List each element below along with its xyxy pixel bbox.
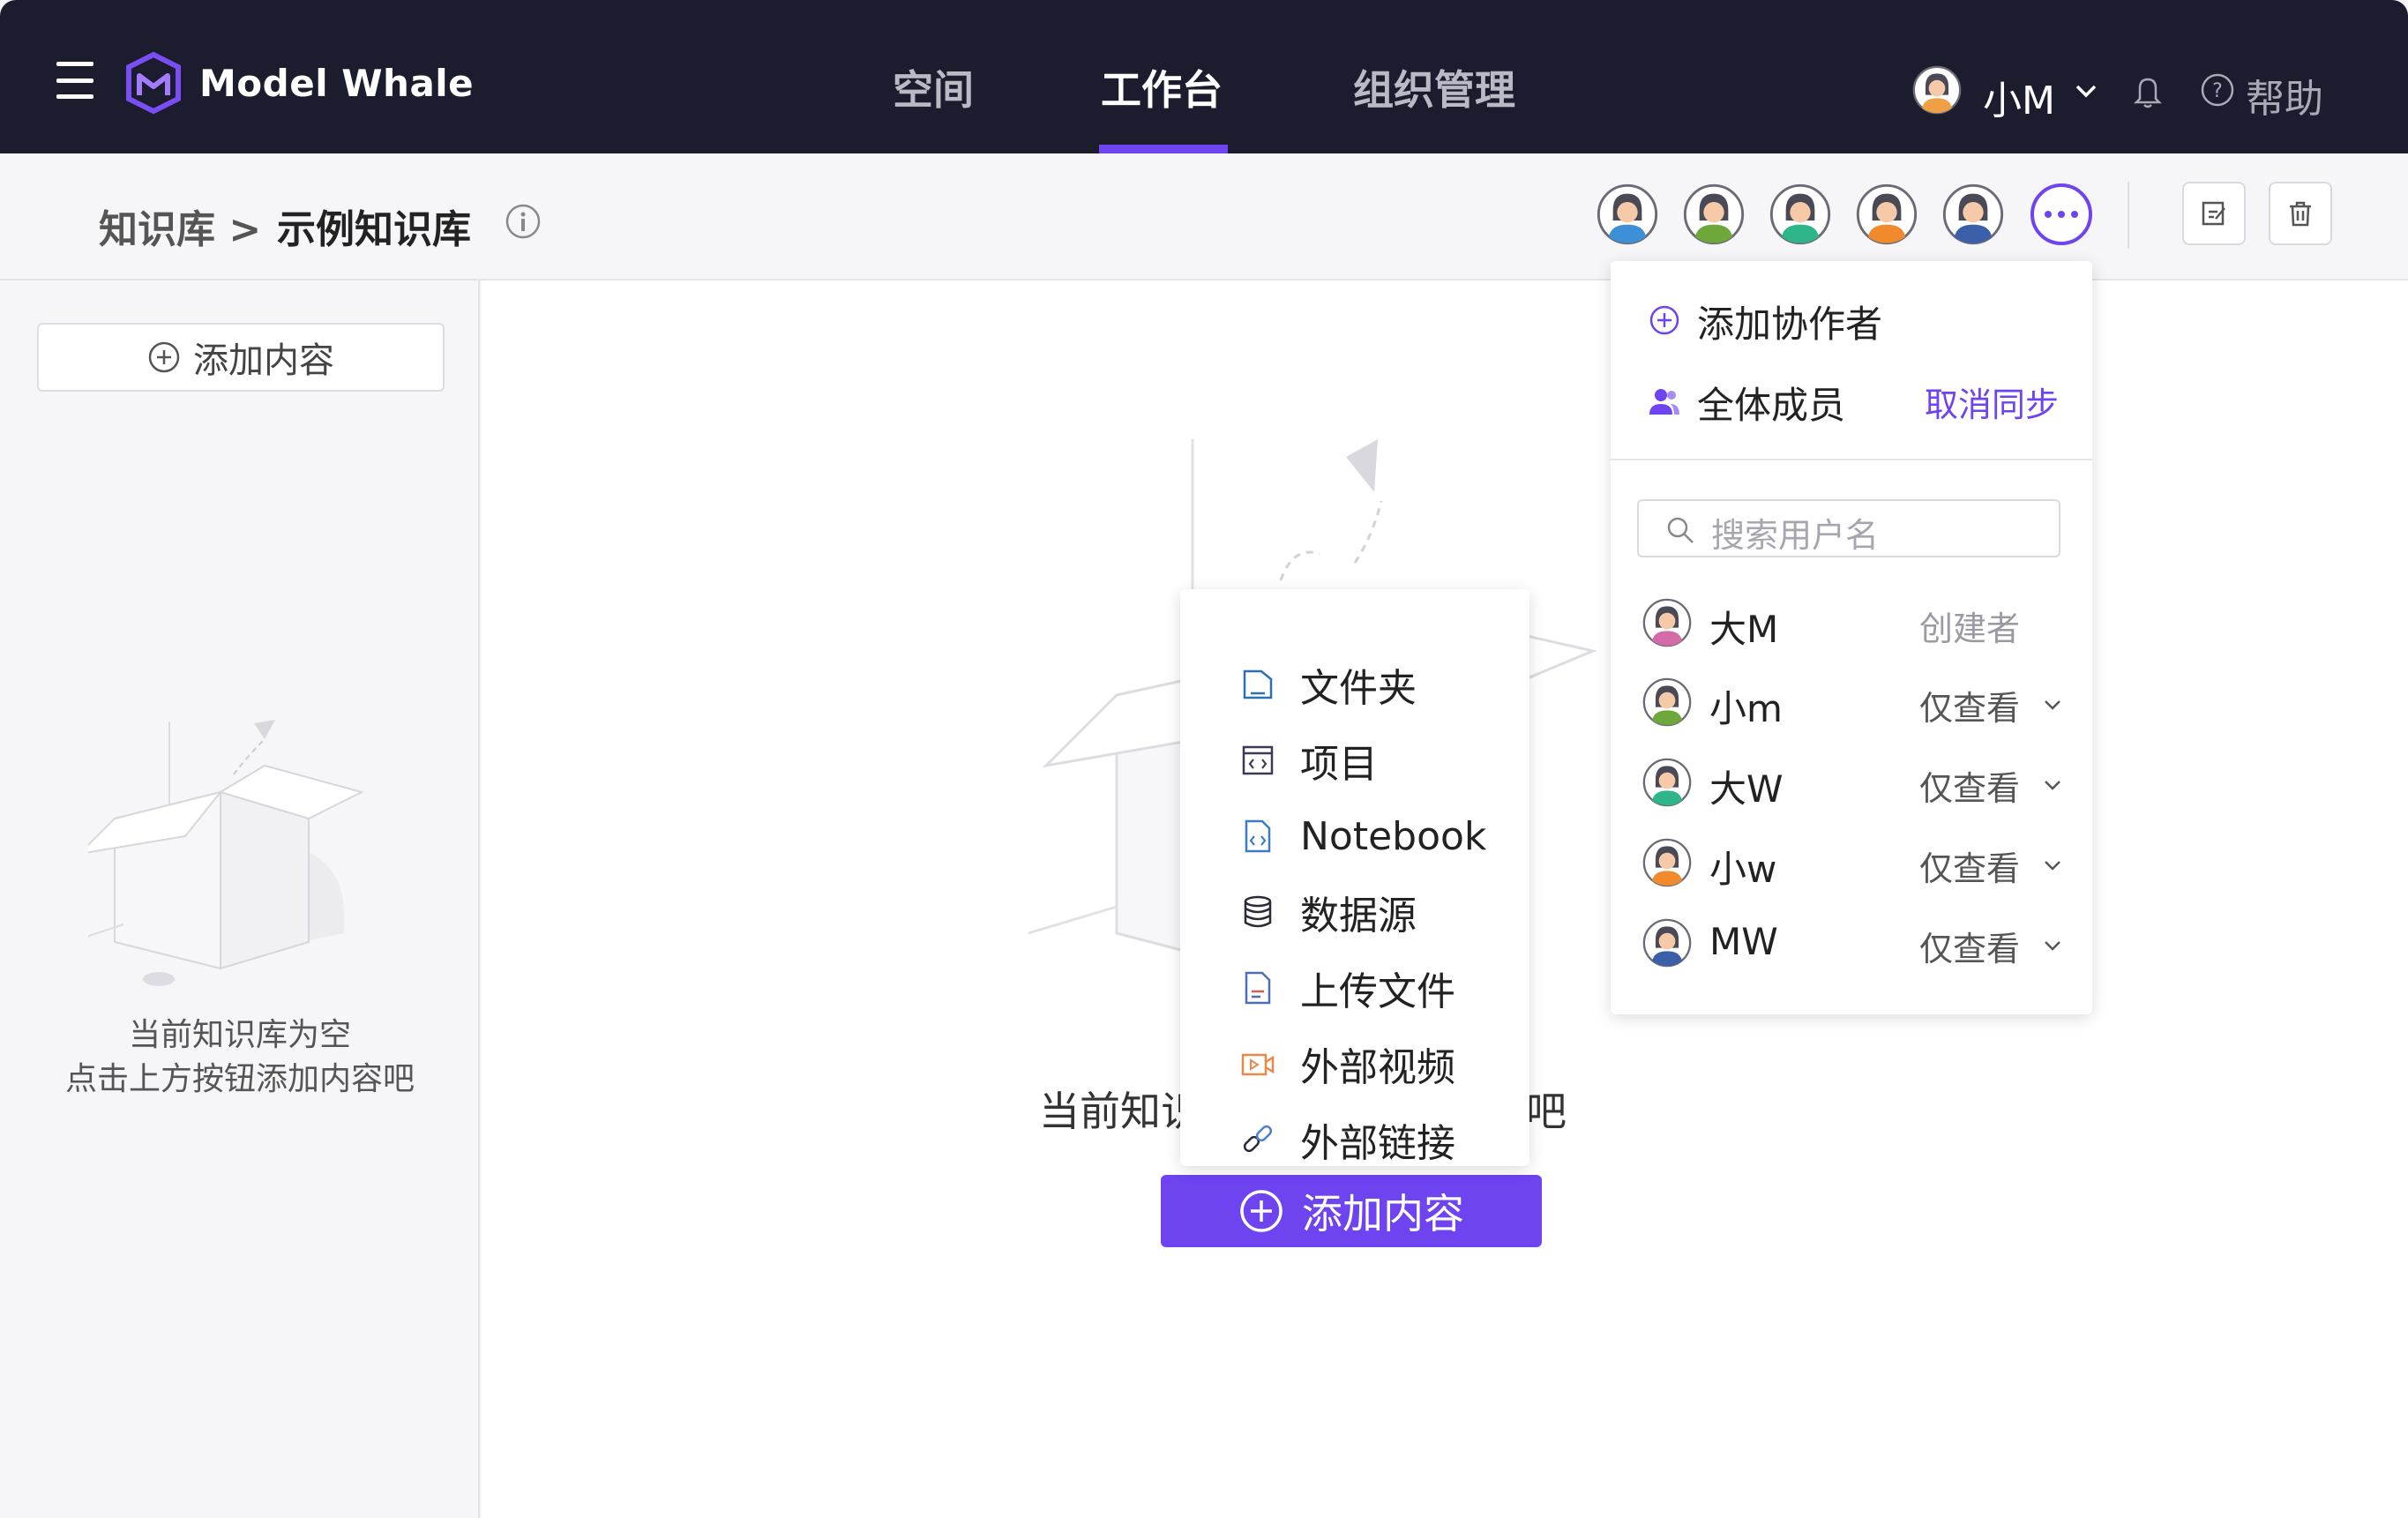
menu-item-upload-file[interactable]: 上传文件 [1180,953,1529,1023]
menu-item-label: 数据源 [1300,894,1417,938]
menu-item-external-link[interactable]: 外部链接 [1180,1104,1529,1175]
logo-text[interactable]: Model Whale [199,62,474,105]
sidebar: 添加内容 当前知识库为空 点击上方按钮添加内容吧 [0,280,480,1518]
menu-item-folder[interactable]: 文件夹 [1180,649,1529,720]
edit-icon [2202,201,2225,226]
top-nav-bar: Model Whale 空间 工作台 组织管理 小M ? 帮助 [0,0,2408,153]
all-members-label: 全体成员 [1697,384,1846,427]
member-row: 小w 仅查看 [1611,829,2092,900]
cancel-sync-link[interactable]: 取消同步 [1925,378,2059,426]
menu-item-label: 外部视频 [1300,1045,1455,1090]
svg-text:?: ? [2212,80,2223,102]
plus-circle-icon [1240,1190,1283,1232]
add-collaborator-label: 添加协作者 [1697,303,1883,346]
member-role-select[interactable]: 仅查看 [1919,841,2020,890]
search-username-input[interactable]: 搜索用户名 [1637,499,2060,557]
collaborators-panel: 添加协作者 全体成员 取消同步 搜索用户名 大M 创建者 小m 仅查看 大W 仅… [1611,261,2092,1014]
menu-item-label: Notebook [1300,813,1487,859]
bell-icon[interactable] [2133,74,2163,109]
member-role-select[interactable]: 仅查看 [1919,922,2020,970]
user-name[interactable]: 小M [1983,69,2055,125]
divider [2128,182,2129,249]
collaborator-avatar-5[interactable] [1942,183,2004,245]
folder-icon [1243,669,1273,699]
video-icon [1241,1053,1275,1076]
menu-item-datasource[interactable]: 数据源 [1180,877,1529,947]
member-row: 大W 仅查看 [1611,749,2092,819]
info-icon[interactable] [505,203,542,240]
chevron-down-icon[interactable] [2043,939,2062,952]
upload-file-icon [1245,971,1271,1005]
nav-tab-space[interactable]: 空间 [893,58,974,116]
member-avatar [1642,918,1692,968]
plus-circle-icon [1649,305,1679,335]
breadcrumb-current: 示例知识库 [277,207,471,252]
menu-item-label: 项目 [1300,742,1378,787]
sidebar-add-content-button[interactable]: 添加内容 [37,323,445,392]
member-row: 小m 仅查看 [1611,669,2092,739]
nav-tab-org-management[interactable]: 组织管理 [1353,58,1515,116]
chevron-down-icon[interactable] [2043,779,2062,791]
divider [1611,459,2092,460]
delete-button[interactable] [2269,182,2332,245]
member-role: 创建者 [1919,609,2021,648]
menu-item-external-video[interactable]: 外部视频 [1180,1028,1529,1099]
sidebar-empty-line1: 当前知识库为空 [128,1017,351,1053]
chevron-down-icon[interactable] [2043,699,2062,711]
menu-item-project[interactable]: 项目 [1180,725,1529,796]
member-row: MW 仅查看 [1611,909,2092,980]
all-members-row: 全体成员 取消同步 [1611,370,2092,432]
user-avatar-icon[interactable] [1912,65,1962,115]
trash-icon [2290,201,2311,227]
breadcrumb-parent[interactable]: 知识库 > [99,198,261,254]
menu-item-label: 文件夹 [1300,666,1417,711]
modelwhale-logo-icon[interactable] [123,51,183,115]
sidebar-empty-line2: 点击上方按钮添加内容吧 [64,1061,415,1097]
member-role-select[interactable]: 仅查看 [1919,761,2020,810]
chevron-down-icon[interactable] [2075,83,2098,99]
menu-item-label: 上传文件 [1300,969,1455,1014]
link-icon [1243,1125,1273,1153]
edit-button[interactable] [2182,182,2246,245]
member-name: 大W [1709,767,1784,811]
database-icon [1244,895,1272,928]
nav-tab-workbench[interactable]: 工作台 [1101,58,1223,116]
member-avatar [1642,598,1692,647]
more-collaborators-button[interactable] [2030,183,2092,245]
chevron-down-icon[interactable] [2043,859,2062,871]
active-tab-indicator [1099,145,1228,153]
main-add-content-button[interactable]: 添加内容 [1161,1175,1542,1247]
member-avatar [1642,677,1692,727]
member-name: MW [1709,920,1778,963]
member-role-select[interactable]: 仅查看 [1919,681,2020,729]
users-icon [1649,389,1679,415]
help-icon[interactable]: ? [2200,72,2235,108]
sidebar-add-content-label: 添加内容 [193,340,334,381]
collaborator-avatar-4[interactable] [1856,183,1918,245]
project-icon [1242,745,1274,775]
collaborator-avatar-2[interactable] [1683,183,1745,245]
search-icon [1667,517,1694,543]
search-placeholder: 搜索用户名 [1711,516,1880,555]
member-avatar [1642,758,1692,807]
member-avatar [1642,838,1692,887]
notebook-icon [1245,819,1271,853]
menu-item-notebook[interactable]: Notebook [1180,801,1529,871]
member-name: 小m [1709,687,1783,730]
member-name: 小w [1709,848,1777,891]
member-name: 大M [1709,608,1779,651]
add-content-menu: 文件夹 项目 Notebook 数据源 上传文件 外部视频 外部链接 [1180,589,1529,1166]
collaborator-avatar-1[interactable] [1597,183,1658,245]
menu-icon[interactable] [56,62,93,99]
plus-circle-icon [148,341,180,373]
help-label[interactable]: 帮助 [2246,67,2323,123]
add-collaborator-row[interactable]: 添加协作者 [1611,289,2092,351]
menu-item-label: 外部链接 [1300,1121,1455,1166]
empty-box-illustration [88,720,364,986]
main-add-content-label: 添加内容 [1302,1190,1464,1238]
member-row: 大M 创建者 [1611,589,2092,660]
collaborator-avatar-3[interactable] [1769,183,1831,245]
